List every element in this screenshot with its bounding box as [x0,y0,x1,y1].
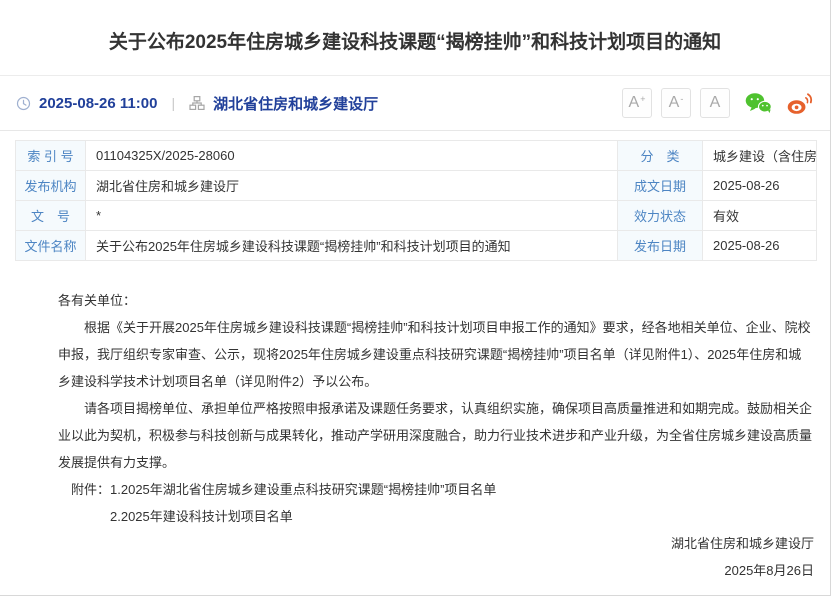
index-number-value: 01104325X/2025-28060 [86,141,618,171]
font-increase-button[interactable]: A+ [622,88,652,118]
sitemap-icon [189,95,205,111]
doc-number-value: * [86,201,618,231]
category-label: 分 类 [618,141,703,171]
table-row: 发布机构 湖北省住房和城乡建设厅 成文日期 2025-08-26 [16,171,817,201]
doc-number-label: 文 号 [16,201,86,231]
attachment-item-2: 2.2025年建设科技计划项目名单 [58,503,814,530]
index-number-label: 索 引 号 [16,141,86,171]
table-row: 文件名称 关于公布2025年住房城乡建设科技课题“揭榜挂帅”和科技计划项目的通知… [16,231,817,261]
attachment-item-1: 1.2025年湖北省住房城乡建设重点科技研究课题“揭榜挂帅”项目名单 [110,482,496,497]
document-info-table: 索 引 号 01104325X/2025-28060 分 类 城乡建设（含住房）… [15,140,817,261]
font-decrease-label: A [669,95,680,111]
written-date-label: 成文日期 [618,171,703,201]
clock-icon [16,96,31,111]
font-decrease-sup: - [680,95,683,104]
table-row: 索 引 号 01104325X/2025-28060 分 类 城乡建设（含住房） [16,141,817,171]
paragraph-1: 根据《关于开展2025年住房城乡建设科技课题“揭榜挂帅”和科技计划项目申报工作的… [58,314,814,395]
font-reset-label: A [710,95,721,111]
doc-name-label: 文件名称 [16,231,86,261]
source-link[interactable]: 湖北省住房和城乡建设厅 [213,93,378,114]
notice-page: 关于公布2025年住房城乡建设科技课题“揭榜挂帅”和科技计划项目的通知 2025… [0,0,831,596]
font-decrease-button[interactable]: A- [661,88,691,118]
table-row: 文 号 * 效力状态 有效 [16,201,817,231]
written-date-value: 2025-08-26 [703,171,817,201]
article-body: 各有关单位： 根据《关于开展2025年住房城乡建设科技课题“揭榜挂帅”和科技计划… [0,261,830,584]
doc-name-value: 关于公布2025年住房城乡建设科技课题“揭榜挂帅”和科技计划项目的通知 [86,231,618,261]
font-increase-sup: + [640,95,645,104]
salutation: 各有关单位： [58,287,814,314]
meta-bar: 2025-08-26 11:00 | 湖北省住房和城乡建设厅 A+ A- A [0,76,830,131]
category-value: 城乡建设（含住房） [703,141,817,171]
attachment-line-1: 附件：1.2025年湖北省住房城乡建设重点科技研究课题“揭榜挂帅”项目名单 [58,476,814,503]
issuer-value: 湖北省住房和城乡建设厅 [86,171,618,201]
validity-label: 效力状态 [618,201,703,231]
attachment-label: 附件： [71,482,110,497]
publish-date-label: 发布日期 [618,231,703,261]
font-increase-label: A [629,95,640,111]
signature-date: 2025年8月26日 [58,557,814,584]
paragraph-2: 请各项目揭榜单位、承担单位严格按照申报承诺及课题任务要求，认真组织实施，确保项目… [58,395,814,476]
meta-left: 2025-08-26 11:00 | 湖北省住房和城乡建设厅 [16,93,378,114]
meta-right: A+ A- A [622,88,814,118]
font-reset-button[interactable]: A [700,88,730,118]
publish-date-value: 2025-08-26 [703,231,817,261]
page-title: 关于公布2025年住房城乡建设科技课题“揭榜挂帅”和科技计划项目的通知 [0,0,830,56]
meta-separator: | [171,95,175,111]
validity-value: 有效 [703,201,817,231]
issuer-label: 发布机构 [16,171,86,201]
wechat-share-icon[interactable] [745,92,772,115]
weibo-share-icon[interactable] [787,92,814,115]
signature-org: 湖北省住房和城乡建设厅 [58,530,814,557]
publish-datetime: 2025-08-26 11:00 [39,95,157,112]
